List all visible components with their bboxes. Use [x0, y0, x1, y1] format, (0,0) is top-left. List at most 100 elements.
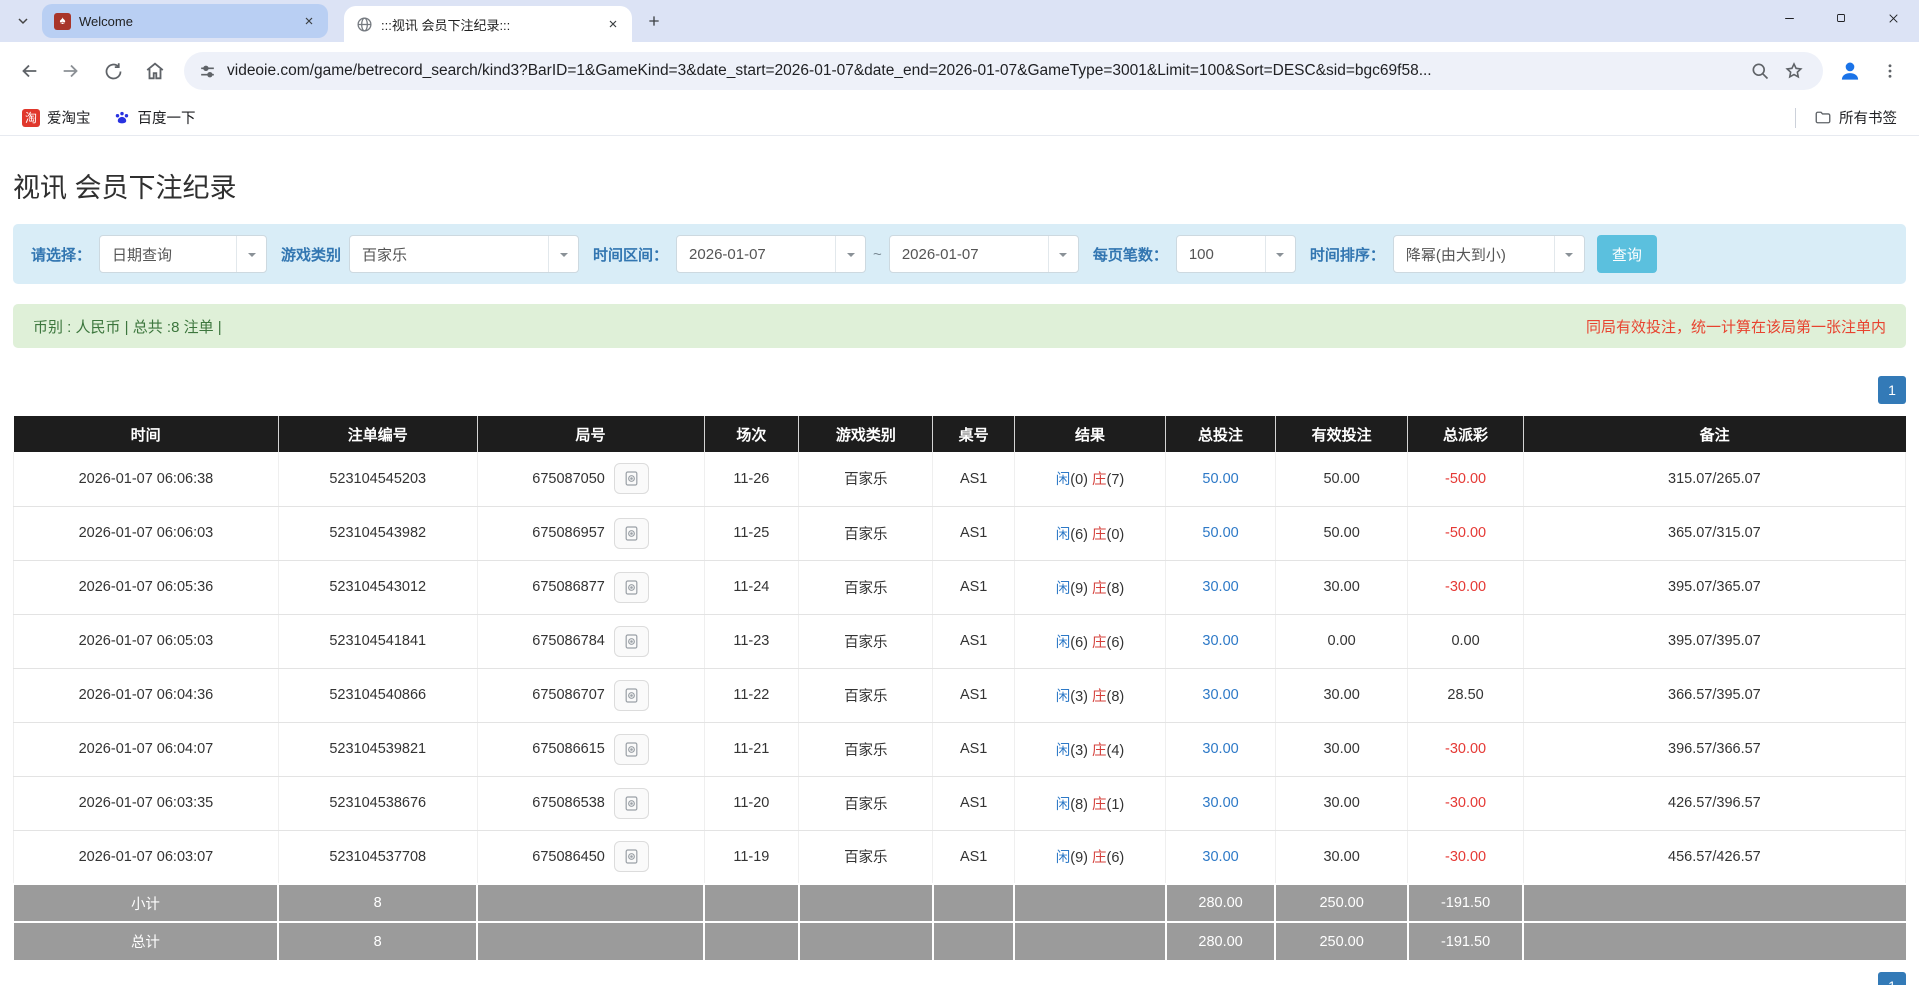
header-payout: 总派彩	[1408, 416, 1523, 452]
new-tab-button[interactable]	[640, 7, 668, 35]
date-start-select[interactable]: 2026-01-07	[676, 235, 866, 273]
video-replay-button[interactable]	[614, 788, 649, 819]
forward-button[interactable]	[52, 52, 90, 90]
pagination-page-1[interactable]: 1	[1878, 376, 1906, 404]
reload-icon	[103, 61, 124, 82]
cell-table: AS1	[933, 452, 1014, 506]
query-button[interactable]: 查询	[1597, 235, 1657, 273]
cell-remark: 315.07/265.07	[1523, 452, 1905, 506]
back-icon	[18, 60, 40, 82]
window-minimize-button[interactable]	[1763, 0, 1815, 36]
select-type-label: 请选择：	[31, 244, 91, 265]
cell-game-kind: 百家乐	[799, 506, 933, 560]
chevron-down-icon	[548, 236, 578, 272]
round-id-text: 675086957	[532, 525, 605, 541]
result-player-score: (9)	[1070, 850, 1088, 866]
valid-bet-notice-text: 同局有效投注，统一计算在该局第一张注单内	[1586, 316, 1886, 337]
result-banker-label: 庄	[1092, 581, 1107, 597]
header-bet-id: 注单编号	[278, 416, 477, 452]
all-bookmarks-button[interactable]: 所有书签	[1806, 104, 1905, 131]
table-header-row: 时间 注单编号 局号 场次 游戏类别 桌号 结果 总投注 有效投注 总派彩 备注	[14, 416, 1906, 452]
cell-session: 11-25	[704, 506, 799, 560]
game-kind-select[interactable]: 百家乐	[349, 235, 579, 273]
cell-round-id: 675087050	[477, 452, 704, 506]
cell-result: 闲(3) 庄(8)	[1014, 668, 1165, 722]
zoom-page-button[interactable]	[1743, 54, 1777, 88]
pagination-page-1-bottom[interactable]: 1	[1878, 972, 1906, 985]
cell-remark: 365.07/315.07	[1523, 506, 1905, 560]
bookmarks-bar: 淘 爱淘宝 百度一下 所有书签	[0, 100, 1919, 136]
cell-table: AS1	[933, 776, 1014, 830]
summary-total-bet: 280.00	[1166, 884, 1276, 922]
result-banker-score: (6)	[1107, 850, 1125, 866]
cell-result: 闲(0) 庄(7)	[1014, 452, 1165, 506]
cell-valid-bet: 30.00	[1275, 776, 1407, 830]
cell-valid-bet: 30.00	[1275, 560, 1407, 614]
window-close-button[interactable]	[1867, 0, 1919, 36]
cell-bet-id: 523104540866	[278, 668, 477, 722]
tab-betrecord[interactable]: :::视讯 会员下注纪录:::	[344, 6, 632, 42]
cell-remark: 395.07/395.07	[1523, 614, 1905, 668]
profile-avatar[interactable]	[1833, 54, 1867, 88]
per-page-select[interactable]: 100	[1176, 235, 1296, 273]
table-row: 2026-01-07 06:06:03523104543982675086957…	[14, 506, 1906, 560]
cell-time: 2026-01-07 06:04:07	[14, 722, 279, 776]
result-player-score: (6)	[1070, 635, 1088, 651]
cell-total-bet: 30.00	[1166, 830, 1276, 884]
summary-payout: -191.50	[1408, 922, 1523, 960]
video-replay-button[interactable]	[614, 841, 649, 872]
reload-button[interactable]	[94, 52, 132, 90]
cell-time: 2026-01-07 06:06:38	[14, 452, 279, 506]
video-replay-button[interactable]	[614, 463, 649, 494]
result-banker-score: (6)	[1107, 635, 1125, 651]
summary-empty	[1523, 922, 1905, 960]
summary-payout: -191.50	[1408, 884, 1523, 922]
site-info-icon	[198, 62, 217, 81]
home-button[interactable]	[136, 52, 174, 90]
video-replay-button[interactable]	[614, 626, 649, 657]
tab-welcome[interactable]: ♠ Welcome	[42, 4, 328, 38]
round-id-text: 675086538	[532, 795, 605, 811]
tab-close-icon[interactable]	[604, 15, 622, 33]
bookmark-star-button[interactable]	[1777, 54, 1811, 88]
tab-title: :::视讯 会员下注纪录:::	[381, 15, 596, 34]
sort-select[interactable]: 降幂(由大到小)	[1393, 235, 1585, 273]
cell-remark: 426.57/396.57	[1523, 776, 1905, 830]
window-maximize-button[interactable]	[1815, 0, 1867, 36]
tab-close-icon[interactable]	[300, 12, 318, 30]
cell-remark: 396.57/366.57	[1523, 722, 1905, 776]
date-range-label: 时间区间：	[593, 244, 668, 265]
summary-label: 小计	[14, 884, 279, 922]
bookmark-taobao[interactable]: 淘 爱淘宝	[14, 104, 99, 131]
result-player-score: (0)	[1070, 472, 1088, 488]
bookmark-baidu[interactable]: 百度一下	[105, 104, 204, 131]
plus-icon	[646, 13, 662, 29]
header-time: 时间	[14, 416, 279, 452]
header-round-id: 局号	[477, 416, 704, 452]
page-title: 视讯 会员下注纪录	[13, 166, 1906, 205]
cell-result: 闲(6) 庄(6)	[1014, 614, 1165, 668]
globe-icon	[356, 16, 373, 33]
video-replay-button[interactable]	[614, 734, 649, 765]
filter-panel: 请选择： 日期查询 游戏类别 百家乐 时间区间： 2026-01-07 ~ 20…	[13, 224, 1906, 284]
back-button[interactable]	[10, 52, 48, 90]
table-row: 2026-01-07 06:06:38523104545203675087050…	[14, 452, 1906, 506]
table-row: 2026-01-07 06:05:03523104541841675086784…	[14, 614, 1906, 668]
query-type-select[interactable]: 日期查询	[99, 235, 267, 273]
tab-search-button[interactable]	[8, 6, 38, 36]
cell-total-bet: 50.00	[1166, 452, 1276, 506]
date-end-select[interactable]: 2026-01-07	[889, 235, 1079, 273]
cell-game-kind: 百家乐	[799, 722, 933, 776]
summary-empty	[933, 922, 1014, 960]
cell-payout: -50.00	[1408, 452, 1523, 506]
address-bar[interactable]: videoie.com/game/betrecord_search/kind3?…	[184, 52, 1823, 90]
date-separator: ~	[873, 246, 882, 263]
header-valid-bet: 有效投注	[1275, 416, 1407, 452]
window-controls	[1763, 0, 1919, 36]
browser-menu-button[interactable]	[1871, 52, 1909, 90]
table-row: 2026-01-07 06:03:07523104537708675086450…	[14, 830, 1906, 884]
video-replay-button[interactable]	[614, 680, 649, 711]
chevron-down-icon	[236, 236, 266, 272]
video-replay-button[interactable]	[614, 518, 649, 549]
video-replay-button[interactable]	[614, 572, 649, 603]
